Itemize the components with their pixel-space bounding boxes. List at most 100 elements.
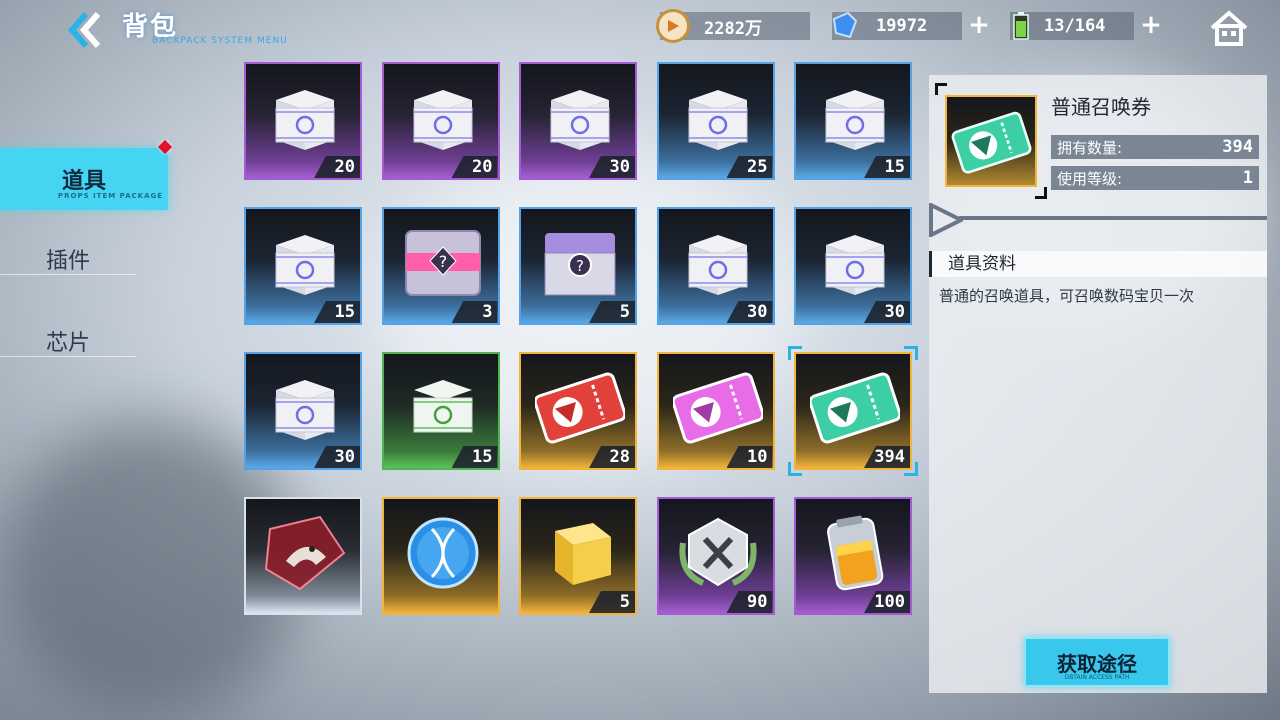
dna-orb-icon: [398, 513, 488, 593]
item-quantity: 10: [726, 446, 773, 468]
level-value: 1: [1242, 168, 1253, 188]
obtain-path-button[interactable]: 获取途径 OBTAIN ACCESS PATH: [1024, 637, 1170, 687]
selection-corner: [904, 462, 918, 476]
item-quantity: 5: [589, 591, 635, 613]
green-box-icon: [398, 368, 488, 448]
obtain-path-sub: OBTAIN ACCESS PATH: [1064, 674, 1130, 681]
green-ticket-icon: [808, 368, 902, 448]
item-slot[interactable]: 15: [794, 62, 912, 180]
white-box-icon: [398, 78, 488, 158]
white-box-icon: [260, 368, 350, 448]
red-ticket-icon: [533, 368, 627, 448]
item-quantity: 100: [864, 591, 910, 613]
tab-chips-label: 芯片: [45, 331, 90, 356]
white-box-icon: [673, 223, 763, 303]
item-name: 普通召唤券: [1051, 95, 1151, 119]
section-divider: [959, 216, 1267, 220]
item-slot[interactable]: 30: [244, 352, 362, 470]
divider-triangle-icon: [929, 203, 963, 237]
item-slot[interactable]: [381, 497, 500, 615]
tab-chips[interactable]: 芯片: [0, 310, 136, 372]
item-description: 普通的召唤道具，可召唤数码宝贝一次: [939, 287, 1195, 305]
item-slot[interactable]: 394: [794, 352, 912, 470]
selection-corner: [788, 346, 802, 360]
add-energy-button[interactable]: +: [1140, 12, 1162, 38]
bracket-corner: [935, 83, 947, 95]
item-quantity: 5: [589, 301, 635, 323]
energy-counter: 13/164: [1010, 12, 1134, 40]
home-icon: [1210, 10, 1248, 46]
item-slot[interactable]: 90: [656, 497, 775, 615]
tab-props[interactable]: 道具 PROPS ITEM PACKAGE: [0, 139, 173, 210]
mystery-chest-pink-icon: ?: [398, 223, 488, 303]
tab-divider: [0, 356, 136, 357]
item-quantity: 15: [451, 446, 498, 468]
svg-text:?: ?: [438, 252, 447, 271]
chevron-left-icon: [68, 12, 101, 48]
tab-divider: [0, 274, 136, 275]
back-button[interactable]: [62, 10, 106, 50]
white-box-icon: [810, 78, 900, 158]
item-slot[interactable]: 100: [794, 497, 912, 615]
gold-counter: 2282万: [656, 9, 810, 43]
green-ticket-icon: [951, 111, 1032, 174]
item-slot[interactable]: 25: [656, 62, 775, 180]
white-box-icon: [260, 223, 350, 303]
item-quantity: 30: [726, 301, 773, 323]
detail-item-icon: [945, 95, 1037, 187]
item-detail-panel: 普通召唤券 拥有数量: 394 使用等级: 1 道具资料 普通的召唤道具，可召唤…: [929, 75, 1267, 693]
page-title-sub: BACKPACK SYSTEM MENU: [152, 36, 288, 46]
item-slot[interactable]: 20: [381, 62, 500, 180]
white-box-icon: [260, 78, 350, 158]
item-slot[interactable]: 10: [656, 352, 775, 470]
item-quantity: 20: [314, 156, 360, 178]
item-quantity: 30: [589, 156, 635, 178]
gem-counter: 19972: [832, 11, 962, 40]
energy-battery-icon: [810, 513, 900, 593]
item-slot[interactable]: 15: [381, 352, 500, 470]
item-quantity: 20: [451, 156, 498, 178]
tab-props-sub: PROPS ITEM PACKAGE: [58, 192, 164, 200]
selection-corner: [788, 462, 802, 476]
use-level-row: 使用等级: 1: [1051, 166, 1259, 190]
owned-label: 拥有数量:: [1057, 138, 1123, 157]
coin-icon: [656, 9, 690, 43]
tab-plugins[interactable]: 插件: [0, 228, 136, 290]
tab-plugins-label: 插件: [45, 249, 90, 274]
owned-quantity-row: 拥有数量: 394: [1051, 135, 1259, 159]
item-slot[interactable]: 30: [519, 62, 637, 180]
item-slot[interactable]: [244, 497, 362, 615]
item-quantity: 25: [726, 156, 773, 178]
item-quantity: 15: [864, 156, 910, 178]
item-slot[interactable]: 15: [244, 207, 362, 325]
item-slot[interactable]: ? 5: [519, 207, 637, 325]
item-slot[interactable]: 5: [519, 497, 637, 615]
tab-props-label: 道具: [61, 169, 106, 194]
item-quantity: 3: [451, 301, 498, 323]
white-box-icon: [535, 78, 625, 158]
item-slot[interactable]: 30: [656, 207, 775, 325]
item-quantity: 15: [314, 301, 360, 323]
x-badge-icon: [673, 513, 763, 593]
home-button[interactable]: [1208, 8, 1250, 48]
item-quantity: 28: [589, 446, 635, 468]
item-quantity: 30: [314, 446, 360, 468]
level-label: 使用等级:: [1057, 169, 1123, 188]
white-box-icon: [673, 78, 763, 158]
bracket-corner: [1035, 187, 1047, 199]
obtain-path-label: 获取途径: [1057, 651, 1137, 676]
battery-icon: [1004, 9, 1038, 43]
svg-text:?: ?: [576, 257, 584, 275]
red-dot-icon: [157, 139, 173, 155]
add-gems-button[interactable]: +: [968, 12, 990, 38]
item-slot[interactable]: 30: [794, 207, 912, 325]
item-slot[interactable]: 20: [244, 62, 362, 180]
white-box-icon: [810, 223, 900, 303]
digimon-cube-icon: [260, 513, 350, 593]
gold-cube-icon: [535, 513, 625, 593]
item-slot[interactable]: ? 3: [381, 207, 500, 325]
item-slot[interactable]: 28: [519, 352, 637, 470]
section-title: 道具资料: [929, 251, 1267, 277]
selection-corner: [904, 346, 918, 360]
owned-value: 394: [1222, 137, 1253, 157]
